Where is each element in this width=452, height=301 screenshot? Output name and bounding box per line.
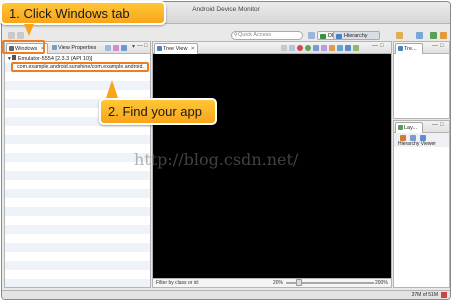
- open-icon[interactable]: [17, 32, 24, 39]
- filter-bar: Filter by class or id: 20% 200%: [153, 278, 391, 287]
- quick-access-input[interactable]: ⚲ Quick Access: [231, 31, 303, 40]
- stop-icon[interactable]: [297, 45, 303, 51]
- zoom-min-label: 20%: [273, 280, 284, 286]
- app-window-row[interactable]: com.example.android.sunshine/com.example…: [11, 62, 149, 72]
- overlay-icon[interactable]: [337, 45, 343, 51]
- perspective-hierarchy-button[interactable]: Hierarchy View: [333, 31, 380, 48]
- view-menu-icon[interactable]: ▾: [132, 43, 135, 50]
- expand-arrow-icon: ▾: [8, 56, 11, 62]
- toolbar-extra-icon[interactable]: [440, 32, 447, 39]
- capture-icon[interactable]: [289, 45, 295, 51]
- layout-toolbar: Hierarchy Viewer: [394, 133, 449, 147]
- dump-icon[interactable]: [321, 45, 327, 51]
- callout-step-1: 1. Click Windows tab: [0, 1, 166, 25]
- layout-view-pane: Lay... — □ Hierarchy Viewer: [393, 120, 450, 288]
- maximize-icon[interactable]: □: [440, 122, 444, 128]
- windows-pane: Windows ⨯ View Properties ▾ — □ ▾ Emulato…: [4, 41, 151, 288]
- windows-tab-highlight: [2, 40, 45, 54]
- right-bottom-tab-bar: Lay... — □: [394, 121, 449, 133]
- minimize-icon[interactable]: —: [372, 43, 378, 49]
- zoom-slider[interactable]: [286, 279, 374, 286]
- open-perspective-icon[interactable]: [308, 32, 315, 39]
- minimize-icon[interactable]: —: [432, 43, 438, 49]
- tree-overview-pane: Tre... — □: [393, 41, 450, 119]
- zoom-max-label: 200%: [375, 280, 388, 286]
- hierarchy-viewer-label: Hierarchy Viewer: [398, 141, 436, 147]
- minimize-icon[interactable]: —: [432, 122, 438, 128]
- new-icon[interactable]: [8, 32, 15, 39]
- gc-icon[interactable]: [441, 292, 447, 298]
- toolbar-refresh-icon[interactable]: [416, 32, 423, 39]
- png-icon[interactable]: [353, 45, 359, 51]
- properties-tab-icon: [52, 45, 57, 50]
- status-bar: 37M of 51M: [2, 290, 450, 299]
- tree-overview-tab-icon: [398, 46, 403, 51]
- minimize-icon[interactable]: —: [137, 43, 143, 49]
- save-icon[interactable]: [281, 45, 287, 51]
- tab-layout-view[interactable]: Lay...: [395, 122, 423, 133]
- request-layout-icon[interactable]: [313, 45, 319, 51]
- maximize-icon[interactable]: □: [144, 43, 148, 49]
- tab-view-properties[interactable]: View Properties: [50, 43, 102, 54]
- toolbar-run-icon[interactable]: [430, 32, 437, 39]
- tree-view-tab-icon: [157, 46, 162, 51]
- window-list: [5, 54, 150, 287]
- callout-2-pointer: [106, 80, 118, 98]
- watermark-text: http://blog.csdn.net/: [134, 150, 299, 169]
- device-row[interactable]: ▾ Emulator-5554 [2.3.3 (API 10)]: [8, 55, 92, 62]
- right-top-tab-bar: Tre... — □: [394, 42, 449, 54]
- invalidate-icon[interactable]: [305, 45, 311, 51]
- memory-status: 37M of 51M: [411, 292, 438, 298]
- callout-step-2: 2. Find your app: [99, 98, 217, 125]
- layout-tab-icon: [398, 125, 403, 130]
- device-icon: [12, 55, 17, 60]
- hierarchy-icon: [336, 34, 342, 39]
- load-icon[interactable]: [113, 45, 119, 51]
- tree-view-tab-bar: Tree View ⨯ — □: [153, 42, 391, 54]
- zoom-knob[interactable]: [296, 279, 302, 286]
- profile-icon[interactable]: [329, 45, 335, 51]
- toolbar-action-icon[interactable]: [396, 32, 403, 39]
- maximize-icon[interactable]: □: [380, 43, 384, 49]
- callout-1-pointer: [24, 24, 34, 36]
- search-icon: ⚲: [234, 32, 238, 38]
- tab-tree-view[interactable]: Tree View ⨯: [154, 43, 198, 54]
- refresh-icon[interactable]: [105, 45, 111, 51]
- filter-input[interactable]: Filter by class or id:: [156, 279, 199, 287]
- maximize-icon[interactable]: □: [440, 43, 444, 49]
- ddms-icon: [320, 34, 326, 39]
- inspect-icon[interactable]: [121, 45, 127, 51]
- close-tab-icon[interactable]: ⨯: [190, 46, 195, 52]
- layers-icon[interactable]: [345, 45, 351, 51]
- tab-tree-overview[interactable]: Tre...: [395, 43, 423, 54]
